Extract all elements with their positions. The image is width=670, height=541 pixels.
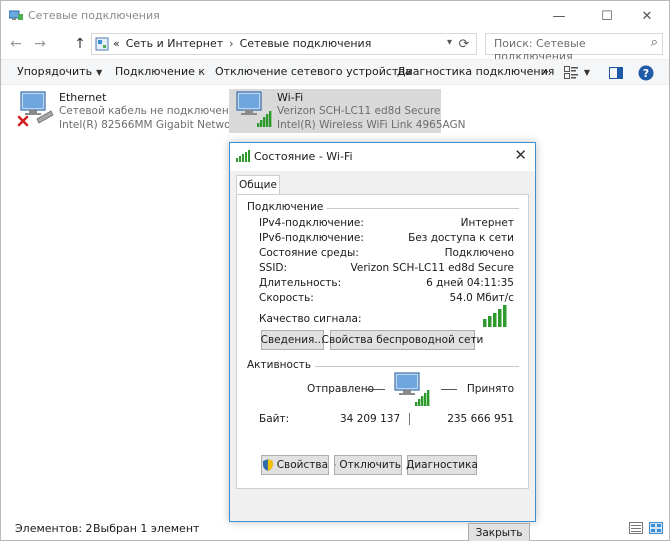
- uac-shield-icon: [335, 464, 337, 466]
- connection-name: Wi-Fi: [277, 91, 304, 104]
- minimize-button[interactable]: —: [537, 1, 581, 31]
- dialog-title: Состояние - Wi-Fi: [254, 150, 353, 163]
- up-arrow-icon: ↑: [74, 36, 86, 52]
- close-button[interactable]: ✕: [625, 1, 669, 31]
- control-panel-icon: [95, 37, 109, 51]
- ethernet-adapter-icon: [17, 91, 54, 127]
- wifi-status-dialog: Состояние - Wi-Fi ✕ Общие Подключение IP…: [229, 142, 536, 541]
- organize-label: Упорядочить: [17, 65, 93, 78]
- maximize-button[interactable]: ☐: [585, 1, 629, 31]
- disable-device-button[interactable]: Отключение сетевого устройства: [215, 65, 412, 78]
- properties-button[interactable]: Свойства: [261, 455, 329, 475]
- window-title: Сетевые подключения: [28, 9, 160, 22]
- svg-text:?: ?: [643, 67, 649, 80]
- search-input[interactable]: Поиск: Сетевые подключения ⌕: [485, 33, 663, 63]
- disable-button[interactable]: Отключить: [334, 455, 402, 475]
- ipv6-label: IPv6-подключение:: [259, 232, 364, 244]
- breadcrumb: « Сеть и Интернет › Сетевые подключения: [113, 37, 371, 50]
- back-arrow-icon: ←: [10, 36, 22, 52]
- refresh-button[interactable]: ⟳: [455, 35, 473, 53]
- general-panel: Подключение IPv4-подключение: Интернет I…: [236, 194, 529, 489]
- connection-status: Сетевой кабель не подключен: [59, 105, 229, 117]
- breadcrumb-prefix[interactable]: «: [113, 37, 120, 50]
- ssid-label: SSID:: [259, 262, 288, 274]
- sent-label: Отправлено: [307, 383, 374, 395]
- address-row: ← → ↑ « Сеть и Интернет › Сетевые подклю…: [1, 31, 669, 63]
- selected-count: Выбран 1 элемент: [93, 522, 200, 535]
- maximize-icon: ☐: [601, 8, 613, 24]
- network-folder-icon: [9, 10, 23, 20]
- diagnose-button[interactable]: Диагностика: [406, 455, 478, 475]
- ipv4-label: IPv4-подключение:: [259, 217, 364, 229]
- close-icon: ✕: [641, 8, 653, 24]
- preview-pane-icon[interactable]: [607, 64, 625, 81]
- command-bar: Упорядочить ▼ Подключение к Отключение се…: [1, 59, 669, 85]
- view-dropdown-icon[interactable]: ▼: [581, 64, 593, 81]
- ssid-value: Verizon SCH-LC11 ed8d Secure: [350, 262, 514, 274]
- ipv4-value: Интернет: [460, 217, 514, 229]
- disable-label: Отключить: [339, 459, 401, 471]
- bytes-received-value: 235 666 951: [447, 413, 514, 425]
- bytes-label: Байт:: [259, 413, 290, 425]
- forward-arrow-icon: →: [34, 36, 46, 52]
- title-bar: Сетевые подключения — ☐ ✕: [1, 1, 669, 31]
- media-state-label: Состояние среды:: [259, 247, 359, 259]
- organize-button[interactable]: Упорядочить ▼: [17, 65, 102, 78]
- up-button[interactable]: ↑: [71, 35, 89, 53]
- more-commands-button[interactable]: »: [542, 65, 549, 78]
- address-bar[interactable]: « Сеть и Интернет › Сетевые подключения …: [91, 33, 477, 55]
- wifi-adapter-icon: [236, 91, 272, 127]
- details-view-icon[interactable]: [629, 522, 643, 534]
- close-dialog-button[interactable]: Закрыть: [468, 523, 530, 541]
- received-label: Принято: [466, 383, 514, 395]
- properties-label: Свойства: [276, 459, 328, 471]
- breadcrumb-separator[interactable]: ›: [229, 37, 233, 50]
- uac-shield-icon: [262, 459, 273, 471]
- signal-bars-icon: [236, 150, 250, 162]
- diagnose-connection-button[interactable]: Диагностика подключения: [397, 65, 554, 78]
- tab-general[interactable]: Общие: [236, 175, 280, 195]
- signal-strength-icon: [483, 305, 507, 327]
- view-options-icon[interactable]: [563, 64, 579, 81]
- connection-adapter: Intel(R) Wireless WiFi Link 4965AGN: [277, 119, 466, 131]
- details-button[interactable]: Сведения...: [261, 330, 324, 350]
- caret-down-icon: ▼: [96, 68, 103, 77]
- back-button[interactable]: ←: [7, 35, 25, 53]
- minimize-icon: —: [552, 8, 566, 24]
- wireless-properties-button[interactable]: Свойства беспроводной сети: [322, 330, 483, 350]
- connection-name: Ethernet: [59, 91, 107, 104]
- refresh-icon: ⟳: [458, 36, 470, 52]
- dialog-body: Общие Подключение IPv4-подключение: Инте…: [230, 171, 535, 541]
- tiles-view-icon[interactable]: [649, 522, 663, 534]
- bytes-sent-value: 34 209 137: [340, 413, 401, 425]
- status-bar: Элементов: 2 Выбран 1 элемент: [1, 519, 669, 539]
- network-activity-icon: [394, 372, 430, 406]
- chevron-down-icon[interactable]: ▾: [447, 37, 452, 48]
- breadcrumb-item[interactable]: Сетевые подключения: [240, 37, 372, 50]
- activity-group-label: Активность: [247, 359, 316, 371]
- duration-label: Длительность:: [259, 277, 342, 289]
- duration-value: 6 дней 04:11:35: [426, 277, 514, 289]
- forward-button[interactable]: →: [31, 35, 49, 53]
- ipv6-value: Без доступа к сети: [408, 232, 514, 244]
- bytes-divider: [409, 413, 410, 425]
- connection-item-wifi[interactable]: Wi-Fi Verizon SCH-LC11 ed8d Secure Intel…: [229, 89, 466, 133]
- received-line: [441, 389, 457, 390]
- speed-value: 54.0 Мбит/с: [449, 292, 514, 304]
- help-icon[interactable]: ?: [637, 64, 655, 81]
- items-count: Элементов: 2: [15, 522, 93, 535]
- dialog-close-icon[interactable]: ✕: [514, 146, 527, 164]
- signal-quality-label: Качество сигнала:: [259, 313, 362, 325]
- connection-adapter: Intel(R) 82566MM Gigabit Networ...: [59, 119, 244, 131]
- connect-to-button[interactable]: Подключение к: [115, 65, 205, 78]
- speed-label: Скорость:: [259, 292, 314, 304]
- connection-group-label: Подключение: [247, 201, 328, 213]
- connection-item-ethernet[interactable]: Ethernet Сетевой кабель не подключен Int…: [11, 89, 244, 133]
- media-state-value: Подключено: [444, 247, 514, 259]
- sent-line: [367, 389, 385, 390]
- breadcrumb-item[interactable]: Сеть и Интернет: [126, 37, 223, 50]
- search-icon: ⌕: [650, 35, 658, 50]
- connection-status: Verizon SCH-LC11 ed8d Secure: [277, 105, 441, 117]
